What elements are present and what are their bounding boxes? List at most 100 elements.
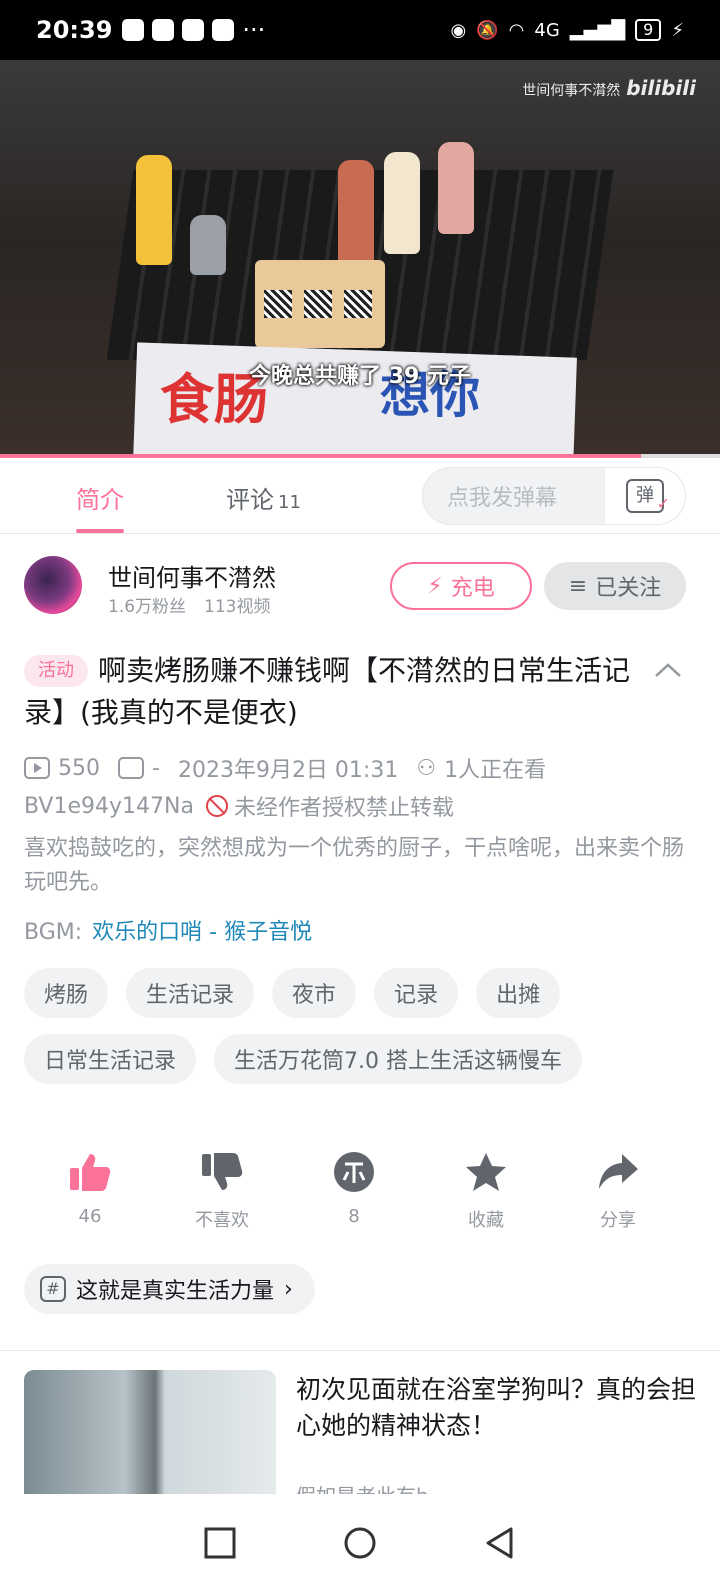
- bilibili-logo: bilibili: [626, 76, 696, 100]
- notification-icons: ···: [122, 16, 265, 44]
- hashtag-icon: #: [40, 1276, 66, 1302]
- danmaku-icon: 弹: [626, 479, 670, 519]
- tab-intro[interactable]: 简介: [76, 480, 124, 533]
- author-stats: 1.6万粉丝 113视频: [108, 592, 271, 617]
- coin-icon: [334, 1152, 374, 1192]
- tab-bar: 简介 评论 11 点我发弹幕 弹: [0, 458, 720, 534]
- share-icon: [599, 1154, 638, 1189]
- recent-apps-icon[interactable]: [203, 1526, 237, 1560]
- copyright-notice: 未经作者授权禁止转载: [233, 796, 454, 821]
- tab-comments[interactable]: 评论 11: [226, 480, 301, 515]
- tag[interactable]: 日常生活记录: [24, 1034, 197, 1084]
- topic-link[interactable]: # 这就是真实生活力量 ›: [24, 1264, 315, 1314]
- system-nav-bar: [0, 1494, 720, 1592]
- share-button[interactable]: 分享: [552, 1150, 684, 1232]
- video-scene-bottle: [190, 215, 226, 275]
- video-scene-bottle: [384, 152, 420, 254]
- charge-button[interactable]: ⚡ 充电: [390, 562, 532, 610]
- danmaku-toggle-button[interactable]: 弹: [605, 468, 685, 524]
- favorite-button[interactable]: 收藏: [420, 1150, 552, 1232]
- system-icons: ◉ 🔕 ◠ 4G ▂▄▆█ 9 ⚡: [451, 19, 684, 41]
- favorite-label: 收藏: [468, 1210, 504, 1231]
- follow-label: 已关注: [595, 576, 662, 601]
- author-row: 世间何事不潸然 1.6万粉丝 113视频 ⚡ 充电 ≡ 已关注: [24, 556, 696, 617]
- watermark-channel: 世间何事不潸然: [522, 83, 621, 99]
- tag[interactable]: 记录: [374, 968, 459, 1018]
- coin-button[interactable]: 8: [288, 1150, 420, 1232]
- tag[interactable]: 生活万花筒7.0 搭上生活这辆慢车: [214, 1034, 582, 1084]
- app-icon: [182, 19, 205, 41]
- app-icon: [122, 19, 145, 41]
- wifi-icon: ◠: [508, 19, 525, 41]
- menu-icon: ≡: [568, 573, 588, 599]
- video-watermark: 世间何事不潸然 bilibili: [522, 76, 696, 100]
- like-button[interactable]: 46: [24, 1150, 156, 1232]
- recommended-thumbnail[interactable]: [24, 1370, 276, 1494]
- recommended-author: 假如是老此有b...: [296, 1480, 448, 1494]
- app-icon: [152, 19, 175, 41]
- share-label: 分享: [600, 1210, 636, 1231]
- bgm-song-link[interactable]: 欢乐的口哨 - 猴子音悦: [92, 920, 312, 945]
- video-scene-bottle: [338, 160, 374, 270]
- network-label: 4G: [534, 19, 560, 41]
- lightning-icon: ⚡: [427, 573, 443, 599]
- home-icon[interactable]: [343, 1526, 377, 1560]
- video-description: 喜欢捣鼓吃的，突然想成为一个优秀的厨子，干点啥呢，出来卖个肠玩吧先。: [24, 836, 685, 895]
- danmaku-count: -: [152, 755, 160, 781]
- dislike-button[interactable]: 不喜欢: [156, 1150, 288, 1232]
- charge-label: 充电: [450, 576, 495, 601]
- comments-count: 11: [278, 492, 301, 513]
- recommended-title[interactable]: 初次见面就在浴室学狗叫？真的会担心她的精神状态！: [296, 1372, 696, 1444]
- star-icon: [466, 1153, 506, 1191]
- watching-icon: ⚇: [416, 755, 437, 781]
- recommended-video[interactable]: 初次见面就在浴室学狗叫？真的会担心她的精神状态！ 假如是老此有b...: [24, 1370, 696, 1494]
- action-bar: 46 不喜欢 8 收藏 分享: [24, 1150, 684, 1232]
- video-title: 活动 啊卖烤肠赚不赚钱啊【不潸然的日常生活记录】(我真的不是便衣): [24, 650, 644, 734]
- app-icon: [212, 19, 235, 41]
- danmaku-box: 点我发弹幕 弹: [422, 467, 686, 525]
- coin-count: 8: [348, 1206, 360, 1227]
- play-count-icon: [24, 757, 50, 779]
- more-icon: ···: [242, 16, 266, 44]
- back-icon[interactable]: [483, 1526, 517, 1560]
- battery-icon: 9: [635, 19, 662, 41]
- video-count: 113视频: [204, 597, 271, 617]
- thumbs-down-icon: [202, 1153, 243, 1190]
- video-scene-qr: [304, 290, 332, 318]
- status-bar: 20:39 ··· ◉ 🔕 ◠ 4G ▂▄▆█ 9 ⚡: [0, 0, 720, 60]
- tag[interactable]: 生活记录: [126, 968, 255, 1018]
- tab-comments-label: 评论: [226, 486, 274, 514]
- dislike-label: 不喜欢: [195, 1210, 249, 1231]
- video-scene-bottle: [438, 142, 474, 234]
- video-meta-2: BV1e94y147Na 未经作者授权禁止转载: [24, 790, 454, 822]
- tag[interactable]: 烤肠: [24, 968, 109, 1018]
- mute-icon: 🔕: [476, 19, 499, 41]
- author-name[interactable]: 世间何事不潸然: [108, 558, 276, 593]
- chevron-right-icon: ›: [284, 1276, 293, 1302]
- avatar[interactable]: [24, 556, 82, 614]
- thumbs-up-icon: [70, 1154, 111, 1191]
- tag-list: 烤肠 生活记录 夜市 记录 出摊 日常生活记录 生活万花筒7.0 搭上生活这辆慢…: [24, 968, 704, 1084]
- view-count: 550: [58, 755, 100, 781]
- no-repost-icon: [205, 795, 228, 817]
- charging-icon: ⚡: [671, 19, 684, 41]
- watching-count: 1人正在看: [444, 758, 547, 783]
- danmaku-count-icon: [118, 757, 144, 779]
- chevron-up-icon[interactable]: [654, 662, 682, 678]
- follow-button[interactable]: ≡ 已关注: [544, 562, 686, 610]
- video-player[interactable]: 食肠 想你 世间何事不潸然 bilibili 今晚总共赚了 39 元子: [0, 60, 720, 458]
- video-title-text: 啊卖烤肠赚不赚钱啊【不潸然的日常生活记录】(我真的不是便衣): [24, 654, 631, 729]
- signal-icon: ▂▄▆█: [569, 19, 626, 41]
- publish-datetime: 2023年9月2日 01:31: [177, 758, 399, 783]
- bvid[interactable]: BV1e94y147Na: [24, 794, 194, 819]
- clock: 20:39: [36, 16, 113, 44]
- like-count: 46: [78, 1206, 102, 1227]
- tag[interactable]: 出摊: [476, 968, 561, 1018]
- bgm-row: BGM: 欢乐的口哨 - 猴子音悦: [24, 914, 312, 946]
- video-subtitle: 今晚总共赚了 39 元子: [249, 364, 471, 389]
- video-scene-bottle: [136, 155, 172, 265]
- danmaku-input[interactable]: 点我发弹幕: [423, 480, 605, 512]
- activity-badge[interactable]: 活动: [24, 655, 88, 687]
- fans-count: 1.6万粉丝: [108, 597, 187, 617]
- tag[interactable]: 夜市: [272, 968, 357, 1018]
